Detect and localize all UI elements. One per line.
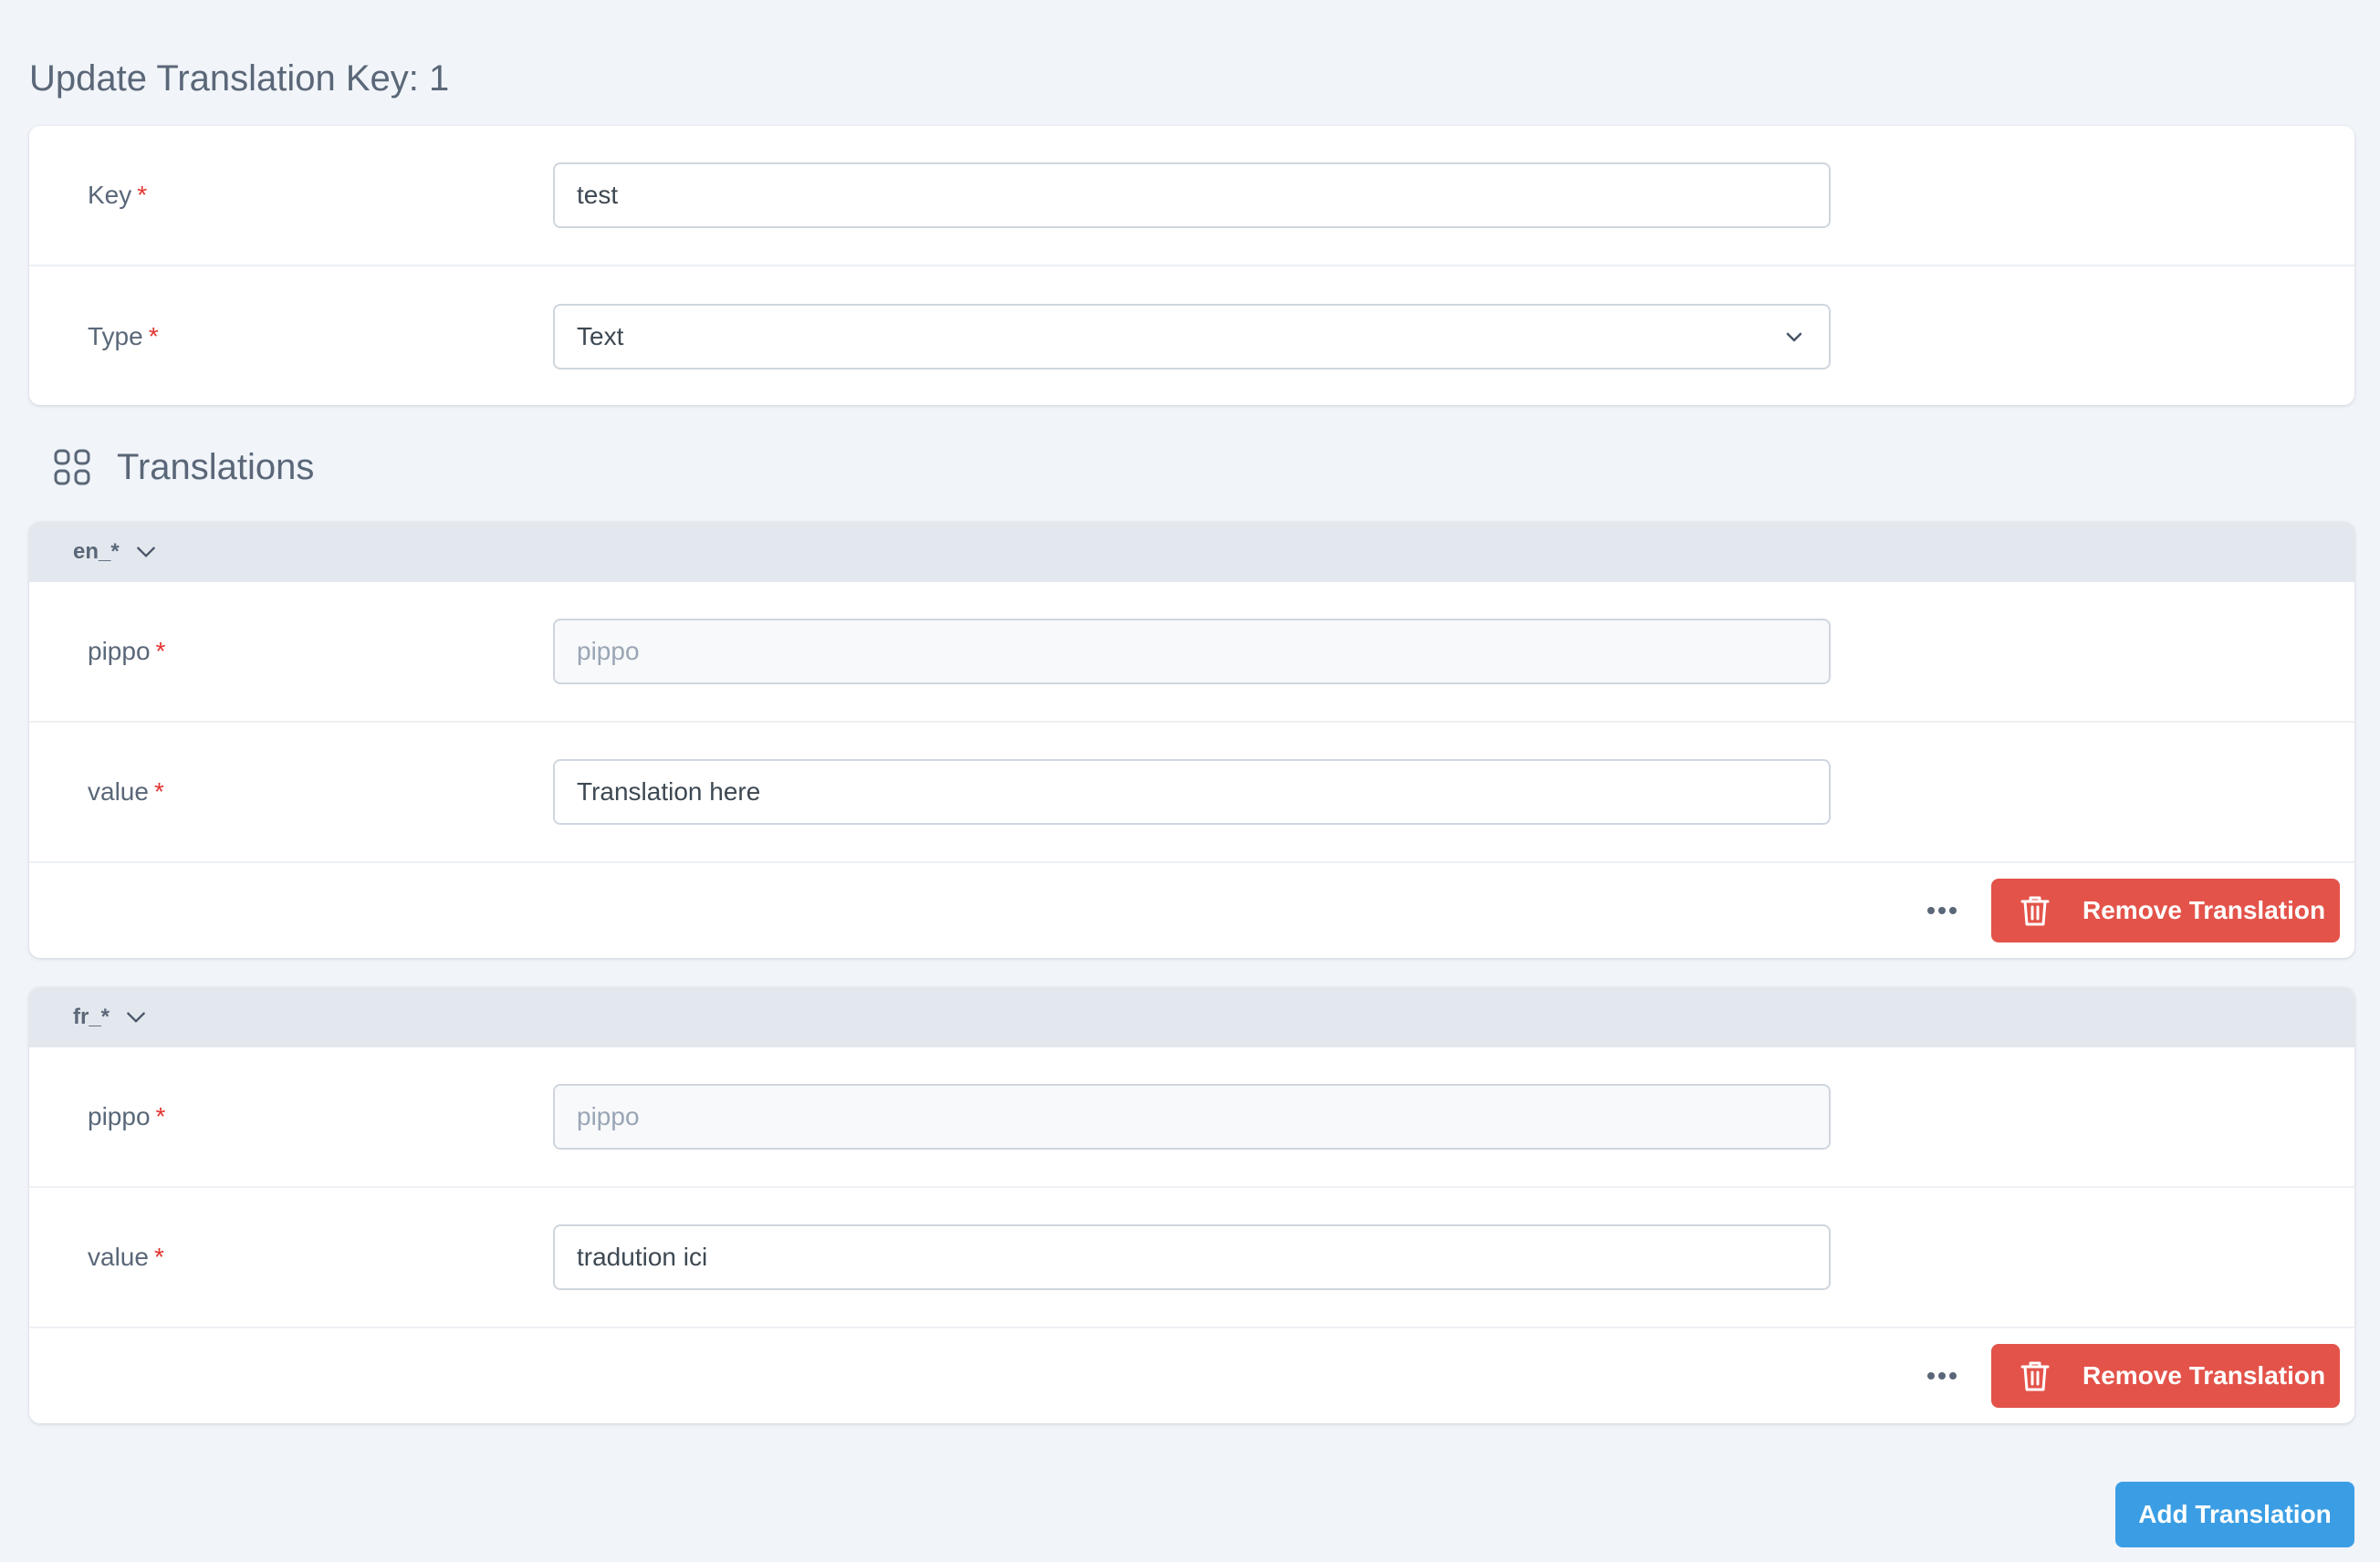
translation-group-fr: fr_* pippo* pippo value* tradution ici [29, 987, 2354, 1423]
page-title: Update Translation Key: 1 [29, 58, 450, 99]
translation-group-header[interactable]: fr_* [29, 987, 2354, 1047]
pippo-input-placeholder: pippo [577, 637, 640, 665]
pippo-input[interactable]: pippo [553, 619, 1831, 684]
value-input[interactable]: Translation here [553, 759, 1831, 825]
required-marker: * [153, 777, 164, 806]
translations-section-header: Translations [53, 445, 314, 489]
value-input-value: Translation here [577, 777, 761, 806]
value-label: value * [88, 1243, 164, 1272]
type-select[interactable]: Text [553, 304, 1831, 370]
trash-icon [2020, 896, 2050, 926]
key-row: Key * test [29, 126, 2354, 266]
pippo-input[interactable]: pippo [553, 1084, 1831, 1150]
pippo-label: pippo * [88, 1102, 165, 1131]
translation-group-en: en_* pippo * pippo value * Translation her… [29, 522, 2354, 958]
translation-actions: Remove Translation [29, 863, 2354, 958]
translations-title: Translations [117, 446, 315, 487]
key-input[interactable]: test [553, 162, 1831, 228]
required-marker: * [155, 1102, 166, 1130]
remove-translation-button[interactable]: Remove Translation [1991, 879, 2340, 942]
pippo-row: pippo * pippo [29, 582, 2354, 723]
pippo-label-text: pippo [88, 1102, 151, 1130]
key-input-value: test [577, 181, 619, 209]
add-translation-button[interactable]: Add Translation [2115, 1482, 2354, 1547]
locale-label: fr_* [73, 1005, 110, 1029]
type-label: Type * [88, 322, 159, 351]
pippo-row: pippo * pippo [29, 1047, 2354, 1188]
key-label-text: Key [88, 181, 132, 209]
required-marker: * [137, 181, 148, 209]
value-label-text: value [88, 1243, 149, 1271]
chevron-down-icon[interactable] [124, 1005, 148, 1029]
more-horizontal-icon[interactable] [1926, 905, 1958, 916]
pippo-label: pippo * [88, 637, 165, 666]
required-marker: * [148, 322, 159, 350]
remove-translation-label: Remove Translation [2082, 896, 2326, 924]
remove-translation-label: Remove Translation [2082, 1361, 2326, 1390]
value-label: value * [88, 777, 164, 807]
chevron-down-icon [1786, 332, 1802, 342]
add-translation-label: Add Translation [2138, 1500, 2332, 1528]
type-row: Type * Text [29, 266, 2354, 405]
value-input[interactable]: tradution ici [553, 1224, 1831, 1290]
value-label-text: value [88, 777, 149, 806]
required-marker: * [153, 1243, 164, 1271]
type-label-text: Type [88, 322, 143, 350]
value-input-value: tradution ici [577, 1243, 708, 1271]
more-horizontal-icon[interactable] [1926, 1370, 1958, 1381]
translation-group-header[interactable]: en_* [29, 522, 2354, 582]
required-marker: * [155, 637, 166, 665]
translation-actions: Remove Translation [29, 1328, 2354, 1423]
pippo-input-placeholder: pippo [577, 1102, 640, 1130]
locale-label: en_* [73, 539, 120, 564]
chevron-down-icon[interactable] [134, 540, 158, 564]
key-label: Key * [88, 181, 147, 210]
pippo-label-text: pippo [88, 637, 151, 665]
value-row: value * Translation here [29, 723, 2354, 863]
type-select-value: Text [577, 322, 624, 350]
remove-translation-button[interactable]: Remove Translation [1991, 1344, 2340, 1408]
trash-icon [2020, 1361, 2050, 1391]
value-row: value * tradution ici [29, 1188, 2354, 1328]
grid-icon [54, 449, 90, 485]
key-form-card: Key * test Type * Text [29, 126, 2354, 405]
